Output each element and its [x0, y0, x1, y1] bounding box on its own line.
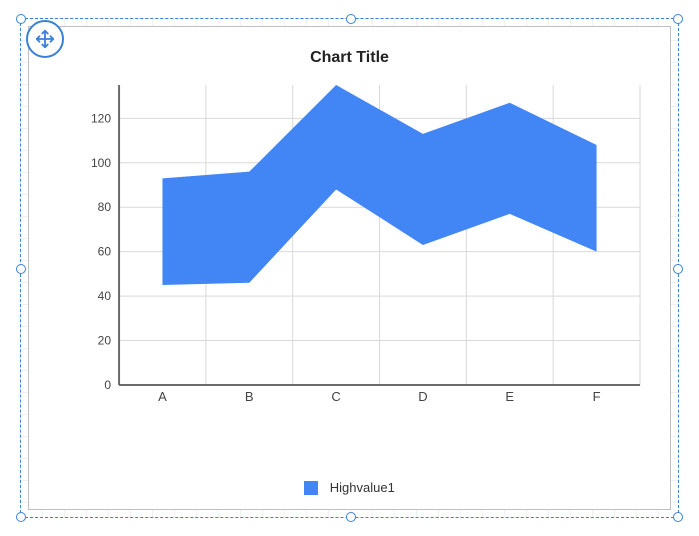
svg-text:80: 80	[98, 200, 112, 214]
plot-area[interactable]: 0 20 40 60 80 100 120 A B C D E F	[89, 85, 650, 405]
resize-handle-top[interactable]	[346, 14, 356, 24]
svg-text:20: 20	[98, 334, 112, 348]
svg-text:A: A	[158, 389, 167, 404]
chart-title[interactable]: Chart Title	[29, 49, 670, 67]
svg-text:D: D	[418, 389, 427, 404]
move-handle-icon[interactable]	[26, 20, 64, 58]
legend[interactable]: Highvalue1	[29, 479, 670, 495]
resize-handle-left[interactable]	[16, 264, 26, 274]
legend-label: Highvalue1	[330, 480, 395, 495]
resize-handle-right[interactable]	[673, 264, 683, 274]
svg-text:40: 40	[98, 289, 112, 303]
svg-text:B: B	[245, 389, 254, 404]
resize-handle-bottom-right[interactable]	[673, 512, 683, 522]
resize-handle-top-right[interactable]	[673, 14, 683, 24]
resize-handle-top-left[interactable]	[16, 14, 26, 24]
resize-handle-bottom-left[interactable]	[16, 512, 26, 522]
svg-text:0: 0	[104, 378, 111, 392]
svg-text:F: F	[593, 389, 601, 404]
svg-text:60: 60	[98, 245, 112, 259]
svg-text:E: E	[505, 389, 514, 404]
editor-canvas: Chart Title 0 20 40 60 80 100 120 A B C D E F Highva…	[0, 0, 699, 536]
svg-text:C: C	[331, 389, 340, 404]
chart-svg: 0 20 40 60 80 100 120 A B C D E F	[89, 85, 650, 405]
svg-text:120: 120	[91, 111, 111, 125]
chart-object[interactable]: Chart Title 0 20 40 60 80 100 120 A B C D E F Highva…	[28, 26, 671, 510]
legend-swatch-icon	[304, 481, 318, 495]
resize-handle-bottom[interactable]	[346, 512, 356, 522]
svg-text:100: 100	[91, 156, 111, 170]
